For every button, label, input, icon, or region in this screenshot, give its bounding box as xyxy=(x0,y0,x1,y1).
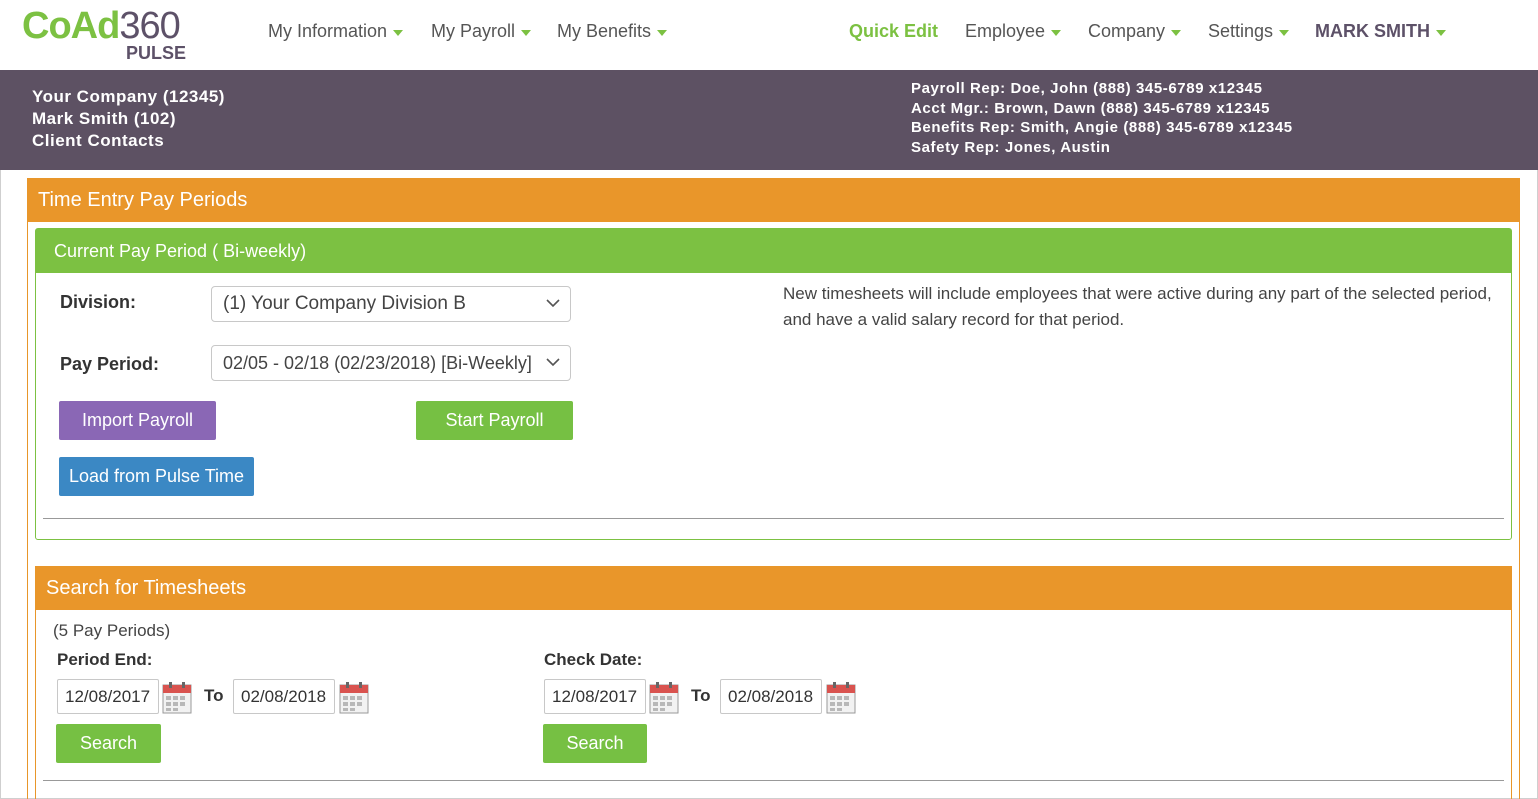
division-label: Division: xyxy=(60,292,137,312)
nav-settings[interactable]: Settings xyxy=(1208,20,1290,42)
caret-down-icon xyxy=(1051,30,1062,37)
pay-period-select[interactable]: 02/05 - 02/18 (02/23/2018) [Bi-Weekly] xyxy=(211,345,571,381)
start-payroll-button[interactable]: Start Payroll xyxy=(416,401,573,440)
calendar-icon[interactable] xyxy=(162,682,192,714)
caret-down-icon xyxy=(521,30,532,37)
caret-down-icon xyxy=(1436,30,1446,37)
divider xyxy=(43,518,1504,519)
check-date-to-label: To xyxy=(691,686,711,705)
period-end-from-input[interactable]: 12/08/2017 xyxy=(57,679,159,714)
pay-period-label: Pay Period: xyxy=(60,354,160,374)
check-date-to-input[interactable]: 02/08/2018 xyxy=(720,679,822,714)
nav-company[interactable]: Company xyxy=(1088,20,1182,42)
client-contacts-link[interactable]: Client Contacts xyxy=(32,130,225,152)
calendar-icon[interactable] xyxy=(826,682,856,714)
check-date-label: Check Date: xyxy=(544,650,643,669)
timesheet-info-text: New timesheets will include employees th… xyxy=(783,284,1492,329)
benefits-rep: Benefits Rep: Smith, Angie (888) 345-678… xyxy=(911,119,1293,136)
nav-employee[interactable]: Employee xyxy=(965,20,1062,42)
time-entry-title: Time Entry Pay Periods xyxy=(28,179,1519,222)
period-end-to-input[interactable]: 02/08/2018 xyxy=(233,679,335,714)
caret-down-icon xyxy=(1279,30,1290,37)
user-name: Mark Smith (102) xyxy=(32,109,177,128)
coad360-logo[interactable]: CoAd360 PULSE xyxy=(22,6,202,64)
company-header: Your Company (12345) Mark Smith (102) Cl… xyxy=(0,70,1538,170)
payroll-rep: Payroll Rep: Doe, John (888) 345-6789 x1… xyxy=(911,80,1263,97)
nav-my-benefits[interactable]: My Benefits xyxy=(557,20,668,42)
import-payroll-button[interactable]: Import Payroll xyxy=(59,401,216,440)
current-pay-period-panel: Current Pay Period ( Bi-weekly) xyxy=(35,228,1512,540)
nav-my-information[interactable]: My Information xyxy=(268,20,404,42)
division-select[interactable]: (1) Your Company Division B xyxy=(211,286,571,322)
safety-rep: Safety Rep: Jones, Austin xyxy=(911,138,1111,156)
caret-down-icon xyxy=(657,30,668,37)
caret-down-icon xyxy=(393,30,404,37)
calendar-icon[interactable] xyxy=(339,682,369,714)
nav-user-menu[interactable]: MARK SMITH xyxy=(1315,20,1446,42)
load-from-pulse-time-button[interactable]: Load from Pulse Time xyxy=(59,457,254,496)
chevron-down-icon xyxy=(546,299,560,308)
period-end-search-button[interactable]: Search xyxy=(56,724,161,763)
check-date-search-button[interactable]: Search xyxy=(543,724,647,763)
company-name: Your Company (12345) xyxy=(32,87,225,106)
calendar-icon[interactable] xyxy=(649,682,679,714)
search-timesheets-title: Search for Timesheets xyxy=(36,567,1511,610)
nav-quick-edit[interactable]: Quick Edit xyxy=(849,20,938,42)
current-pay-period-title: Current Pay Period ( Bi-weekly) xyxy=(36,229,1511,273)
nav-my-payroll[interactable]: My Payroll xyxy=(431,20,532,42)
period-end-to-label: To xyxy=(204,686,224,705)
check-date-from-input[interactable]: 12/08/2017 xyxy=(544,679,646,714)
caret-down-icon xyxy=(1171,30,1182,37)
top-nav: CoAd360 PULSE My Information My Payroll … xyxy=(0,0,1538,70)
period-end-label: Period End: xyxy=(57,650,153,669)
divider xyxy=(43,780,1504,781)
pay-period-count: (5 Pay Periods) xyxy=(53,621,171,640)
account-manager: Acct Mgr.: Brown, Dawn (888) 345-6789 x1… xyxy=(911,99,1271,117)
chevron-down-icon xyxy=(546,358,560,367)
